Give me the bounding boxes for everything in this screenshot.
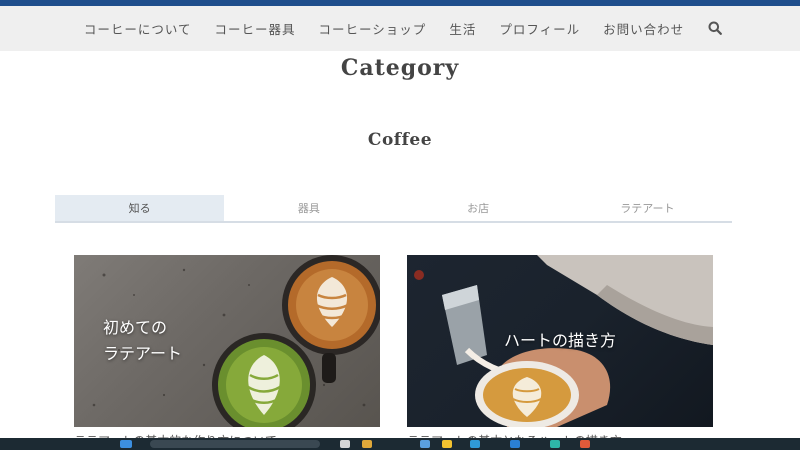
taskbar-search-box[interactable] [150, 440, 320, 448]
article-card-first-latte-art[interactable]: 初めての ラテアート [74, 255, 380, 427]
nav-item-contact[interactable]: お問い合わせ [603, 19, 684, 38]
tab-equipment[interactable]: 器具 [224, 195, 393, 221]
app-icon[interactable] [550, 440, 560, 448]
nav-item-profile[interactable]: プロフィール [499, 19, 580, 38]
task-view-icon[interactable] [340, 440, 350, 448]
file-explorer-icon[interactable] [362, 440, 372, 448]
nav-list: コーヒーについて コーヒー器具 コーヒーショップ 生活 プロフィール お問い合わ… [84, 19, 724, 38]
category-tabs: 知る 器具 お店 ラテアート [55, 195, 732, 223]
nav-item-life[interactable]: 生活 [449, 19, 476, 38]
os-taskbar [0, 438, 800, 450]
nav-item-coffee-shop[interactable]: コーヒーショップ [319, 19, 427, 38]
tab-latte-art[interactable]: ラテアート [563, 195, 732, 221]
start-icon[interactable] [120, 440, 132, 448]
main-navigation: コーヒーについて コーヒー器具 コーヒーショップ 生活 プロフィール お問い合わ… [0, 6, 800, 51]
search-icon[interactable] [708, 21, 724, 37]
card-title-first-latte-art: 初めての ラテアート [103, 318, 183, 363]
category-subtitle: Coffee [367, 130, 433, 150]
mail-icon[interactable] [420, 440, 430, 448]
page-title: Category [340, 55, 460, 81]
edge-icon[interactable] [470, 440, 480, 448]
tab-shops[interactable]: お店 [394, 195, 563, 221]
nav-item-coffee-equipment[interactable]: コーヒー器具 [215, 19, 296, 38]
store-icon[interactable] [510, 440, 520, 448]
article-card-heart-drawing[interactable]: ハートの描き方 [407, 255, 713, 427]
nav-item-about-coffee[interactable]: コーヒーについて [84, 19, 192, 38]
tab-know[interactable]: 知る [55, 195, 225, 221]
office-icon[interactable] [580, 440, 590, 448]
card-title-heart-drawing: ハートの描き方 [503, 331, 616, 350]
chrome-icon[interactable] [442, 440, 452, 448]
